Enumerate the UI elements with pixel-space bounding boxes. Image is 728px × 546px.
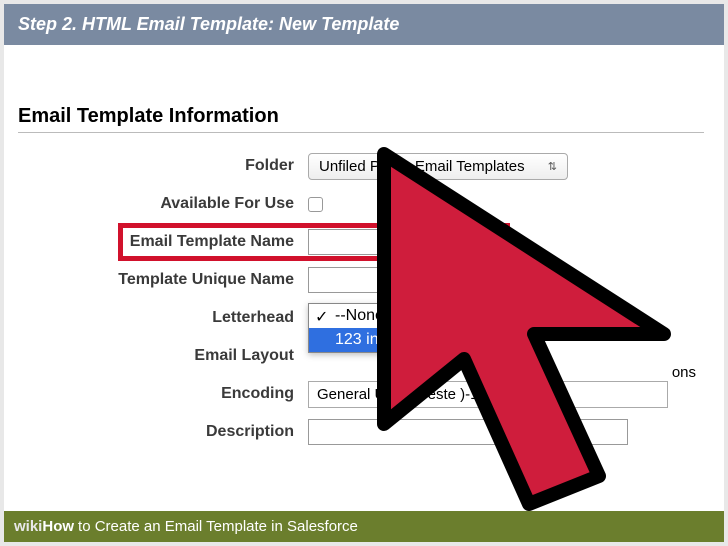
encoding-select[interactable]: General US & Weste )-1, ISO-LATI [308, 381, 668, 408]
row-template-name: Email Template Name [18, 227, 710, 257]
row-available: Available For Use [18, 189, 710, 219]
label-available: Available For Use [18, 195, 308, 213]
letterhead-option-none[interactable]: ✓ --None-- [309, 304, 447, 328]
label-unique-name: Template Unique Name [18, 271, 308, 289]
wizard-step-header: Step 2. HTML Email Template: New Templat… [4, 4, 724, 45]
letterhead-option-123inc[interactable]: 123 inc [309, 328, 447, 352]
label-letterhead: Letterhead [18, 309, 308, 327]
row-description: Description [18, 417, 710, 447]
folder-select[interactable]: Unfiled Public Email Templates ⇅ [308, 153, 568, 180]
description-input[interactable] [308, 419, 628, 445]
check-icon: ✓ [315, 307, 328, 327]
obscured-text-fragment: ons [672, 364, 696, 381]
label-description: Description [18, 423, 308, 441]
form-area: Folder Unfiled Public Email Templates ⇅ … [4, 141, 724, 447]
footer-title: to Create an Email Template in Salesforc… [78, 518, 358, 535]
row-folder: Folder Unfiled Public Email Templates ⇅ [18, 151, 710, 181]
footer-brand-prefix-1: wiki [14, 518, 42, 535]
letterhead-option-123inc-label: 123 inc [335, 331, 387, 348]
footer-brand-prefix-2: How [42, 518, 74, 535]
footer-bar: wikiHow to Create an Email Template in S… [4, 511, 724, 542]
label-folder: Folder [18, 157, 308, 175]
label-email-layout: Email Layout [18, 347, 308, 365]
section-title: Email Template Information [18, 105, 704, 133]
letterhead-option-none-label: --None-- [335, 307, 395, 324]
encoding-select-value: General US & Weste )-1, ISO-LATI [317, 386, 548, 403]
wizard-step-title: Step 2. HTML Email Template: New Templat… [18, 14, 399, 34]
folder-select-value: Unfiled Public Email Templates [319, 158, 525, 175]
row-unique-name: Template Unique Name [18, 265, 710, 295]
updown-icon: ⇅ [548, 160, 557, 173]
label-template-name: Email Template Name [18, 233, 308, 251]
unique-name-input[interactable] [308, 267, 493, 293]
template-name-input[interactable] [308, 229, 493, 255]
available-checkbox[interactable] [308, 197, 323, 212]
row-encoding: Encoding General US & Weste )-1, ISO-LAT… [18, 379, 710, 409]
label-encoding: Encoding [18, 385, 308, 403]
row-letterhead: Letterhead ✓ --None-- 123 inc [18, 303, 710, 333]
letterhead-dropdown[interactable]: ✓ --None-- 123 inc [308, 303, 448, 353]
